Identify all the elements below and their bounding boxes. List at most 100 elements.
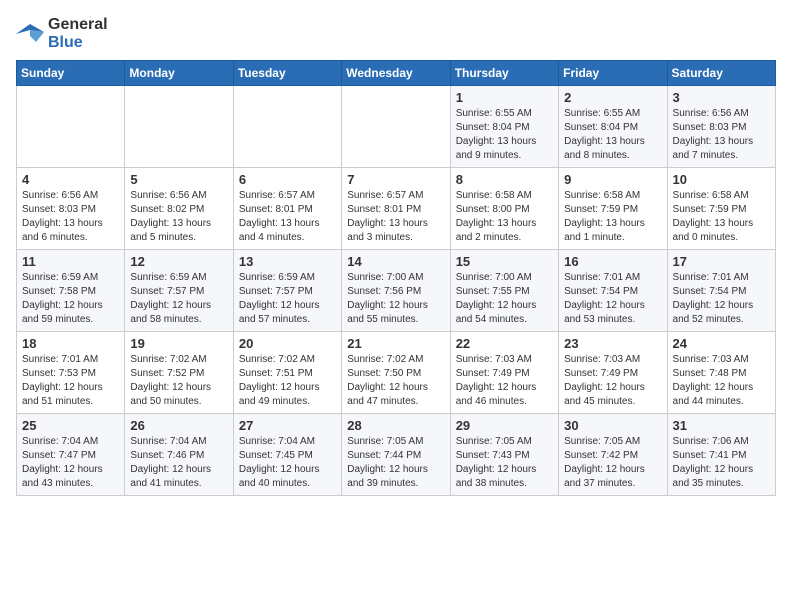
day-info: Sunrise: 6:58 AM Sunset: 7:59 PM Dayligh… [673, 189, 770, 245]
calendar-cell: 19 Sunrise: 7:02 AM Sunset: 7:52 PM Dayli… [125, 332, 233, 414]
calendar-table: SundayMondayTuesdayWednesdayThursdayFrid… [16, 60, 776, 496]
calendar-cell: 8 Sunrise: 6:58 AM Sunset: 8:00 PM Daylig… [450, 168, 558, 250]
calendar-cell: 27Sunrise: 7:04 AM Sunset: 7:45 PM Dayli… [233, 414, 341, 496]
weekday-header-monday: Monday [125, 61, 233, 86]
day-info: Sunrise: 7:02 AM Sunset: 7:51 PM Dayligh… [239, 353, 336, 409]
day-number: 11 [22, 254, 119, 269]
calendar-cell: 21 Sunrise: 7:02 AM Sunset: 7:50 PM Dayli… [342, 332, 450, 414]
day-number: 12 [130, 254, 227, 269]
day-info: Sunrise: 7:01 AM Sunset: 7:54 PM Dayligh… [564, 271, 661, 327]
day-info: Sunrise: 6:58 AM Sunset: 7:59 PM Dayligh… [564, 189, 661, 245]
weekday-header-friday: Friday [559, 61, 667, 86]
calendar-cell: 14 Sunrise: 7:00 AM Sunset: 7:56 PM Dayli… [342, 250, 450, 332]
day-number: 9 [564, 172, 661, 187]
day-number: 2 [564, 90, 661, 105]
calendar-cell: 9 Sunrise: 6:58 AM Sunset: 7:59 PM Daylig… [559, 168, 667, 250]
calendar-cell: 5 Sunrise: 6:56 AM Sunset: 8:02 PM Daylig… [125, 168, 233, 250]
calendar-cell: 7Sunrise: 6:57 AM Sunset: 8:01 PM Daylig… [342, 168, 450, 250]
logo: General Blue [16, 16, 108, 52]
calendar-cell: 22 Sunrise: 7:03 AM Sunset: 7:49 PM Dayli… [450, 332, 558, 414]
day-number: 17 [673, 254, 770, 269]
calendar-cell: 13 Sunrise: 6:59 AM Sunset: 7:57 PM Dayli… [233, 250, 341, 332]
day-info: Sunrise: 7:04 AM Sunset: 7:47 PM Dayligh… [22, 435, 119, 491]
day-info: Sunrise: 7:02 AM Sunset: 7:52 PM Dayligh… [130, 353, 227, 409]
day-number: 28 [347, 418, 444, 433]
day-info: Sunrise: 7:00 AM Sunset: 7:56 PM Dayligh… [347, 271, 444, 327]
day-info: Sunrise: 7:05 AM Sunset: 7:42 PM Dayligh… [564, 435, 661, 491]
calendar-cell: 23 Sunrise: 7:03 AM Sunset: 7:49 PM Dayli… [559, 332, 667, 414]
calendar-cell [342, 86, 450, 168]
calendar-cell: 26 Sunrise: 7:04 AM Sunset: 7:46 PM Dayli… [125, 414, 233, 496]
calendar-cell: 18Sunrise: 7:01 AM Sunset: 7:53 PM Dayli… [17, 332, 125, 414]
day-number: 1 [456, 90, 553, 105]
calendar-cell: 16 Sunrise: 7:01 AM Sunset: 7:54 PM Dayli… [559, 250, 667, 332]
day-info: Sunrise: 7:03 AM Sunset: 7:49 PM Dayligh… [564, 353, 661, 409]
day-number: 24 [673, 336, 770, 351]
calendar-cell: 20 Sunrise: 7:02 AM Sunset: 7:51 PM Dayli… [233, 332, 341, 414]
day-info: Sunrise: 6:59 AM Sunset: 7:57 PM Dayligh… [130, 271, 227, 327]
calendar-cell: 4 Sunrise: 6:56 AM Sunset: 8:03 PM Daylig… [17, 168, 125, 250]
day-number: 5 [130, 172, 227, 187]
day-info: Sunrise: 7:04 AM Sunset: 7:45 PM Dayligh… [239, 435, 336, 491]
calendar-cell: 24 Sunrise: 7:03 AM Sunset: 7:48 PM Dayli… [667, 332, 775, 414]
day-number: 8 [456, 172, 553, 187]
calendar-cell: 28Sunrise: 7:05 AM Sunset: 7:44 PM Dayli… [342, 414, 450, 496]
calendar-cell: 30 Sunrise: 7:05 AM Sunset: 7:42 PM Dayli… [559, 414, 667, 496]
day-info: Sunrise: 7:02 AM Sunset: 7:50 PM Dayligh… [347, 353, 444, 409]
day-number: 19 [130, 336, 227, 351]
day-number: 31 [673, 418, 770, 433]
weekday-header-wednesday: Wednesday [342, 61, 450, 86]
day-info: Sunrise: 6:56 AM Sunset: 8:03 PM Dayligh… [22, 189, 119, 245]
calendar-cell [233, 86, 341, 168]
day-number: 15 [456, 254, 553, 269]
calendar-cell [125, 86, 233, 168]
calendar-cell: 17 Sunrise: 7:01 AM Sunset: 7:54 PM Dayli… [667, 250, 775, 332]
day-info: Sunrise: 7:04 AM Sunset: 7:46 PM Dayligh… [130, 435, 227, 491]
day-info: Sunrise: 7:01 AM Sunset: 7:54 PM Dayligh… [673, 271, 770, 327]
logo-icon [16, 22, 44, 46]
day-info: Sunrise: 7:03 AM Sunset: 7:48 PM Dayligh… [673, 353, 770, 409]
calendar-cell [17, 86, 125, 168]
day-number: 3 [673, 90, 770, 105]
day-info: Sunrise: 7:03 AM Sunset: 7:49 PM Dayligh… [456, 353, 553, 409]
weekday-header-sunday: Sunday [17, 61, 125, 86]
day-number: 23 [564, 336, 661, 351]
day-info: Sunrise: 7:05 AM Sunset: 7:43 PM Dayligh… [456, 435, 553, 491]
day-number: 4 [22, 172, 119, 187]
day-info: Sunrise: 6:55 AM Sunset: 8:04 PM Dayligh… [456, 107, 553, 163]
day-info: Sunrise: 6:57 AM Sunset: 8:01 PM Dayligh… [239, 189, 336, 245]
day-info: Sunrise: 6:56 AM Sunset: 8:02 PM Dayligh… [130, 189, 227, 245]
calendar-cell: 12 Sunrise: 6:59 AM Sunset: 7:57 PM Dayli… [125, 250, 233, 332]
day-info: Sunrise: 6:55 AM Sunset: 8:04 PM Dayligh… [564, 107, 661, 163]
calendar-cell: 10 Sunrise: 6:58 AM Sunset: 7:59 PM Dayli… [667, 168, 775, 250]
calendar-cell: 6 Sunrise: 6:57 AM Sunset: 8:01 PM Daylig… [233, 168, 341, 250]
calendar-cell: 3 Sunrise: 6:56 AM Sunset: 8:03 PM Daylig… [667, 86, 775, 168]
day-info: Sunrise: 7:00 AM Sunset: 7:55 PM Dayligh… [456, 271, 553, 327]
day-info: Sunrise: 6:59 AM Sunset: 7:58 PM Dayligh… [22, 271, 119, 327]
calendar-cell: 29 Sunrise: 7:05 AM Sunset: 7:43 PM Dayli… [450, 414, 558, 496]
day-number: 21 [347, 336, 444, 351]
weekday-header-tuesday: Tuesday [233, 61, 341, 86]
calendar-cell: 31 Sunrise: 7:06 AM Sunset: 7:41 PM Dayli… [667, 414, 775, 496]
day-number: 6 [239, 172, 336, 187]
day-number: 13 [239, 254, 336, 269]
day-number: 10 [673, 172, 770, 187]
day-number: 14 [347, 254, 444, 269]
day-info: Sunrise: 6:57 AM Sunset: 8:01 PM Dayligh… [347, 189, 444, 245]
day-number: 25 [22, 418, 119, 433]
day-number: 26 [130, 418, 227, 433]
day-number: 16 [564, 254, 661, 269]
calendar-cell: 2 Sunrise: 6:55 AM Sunset: 8:04 PM Daylig… [559, 86, 667, 168]
day-info: Sunrise: 6:56 AM Sunset: 8:03 PM Dayligh… [673, 107, 770, 163]
day-info: Sunrise: 6:59 AM Sunset: 7:57 PM Dayligh… [239, 271, 336, 327]
logo-text: General Blue [48, 16, 108, 52]
calendar-cell: 25 Sunrise: 7:04 AM Sunset: 7:47 PM Dayli… [17, 414, 125, 496]
day-number: 30 [564, 418, 661, 433]
day-number: 29 [456, 418, 553, 433]
weekday-header-saturday: Saturday [667, 61, 775, 86]
day-number: 22 [456, 336, 553, 351]
day-number: 18 [22, 336, 119, 351]
day-number: 20 [239, 336, 336, 351]
day-info: Sunrise: 6:58 AM Sunset: 8:00 PM Dayligh… [456, 189, 553, 245]
day-info: Sunrise: 7:06 AM Sunset: 7:41 PM Dayligh… [673, 435, 770, 491]
